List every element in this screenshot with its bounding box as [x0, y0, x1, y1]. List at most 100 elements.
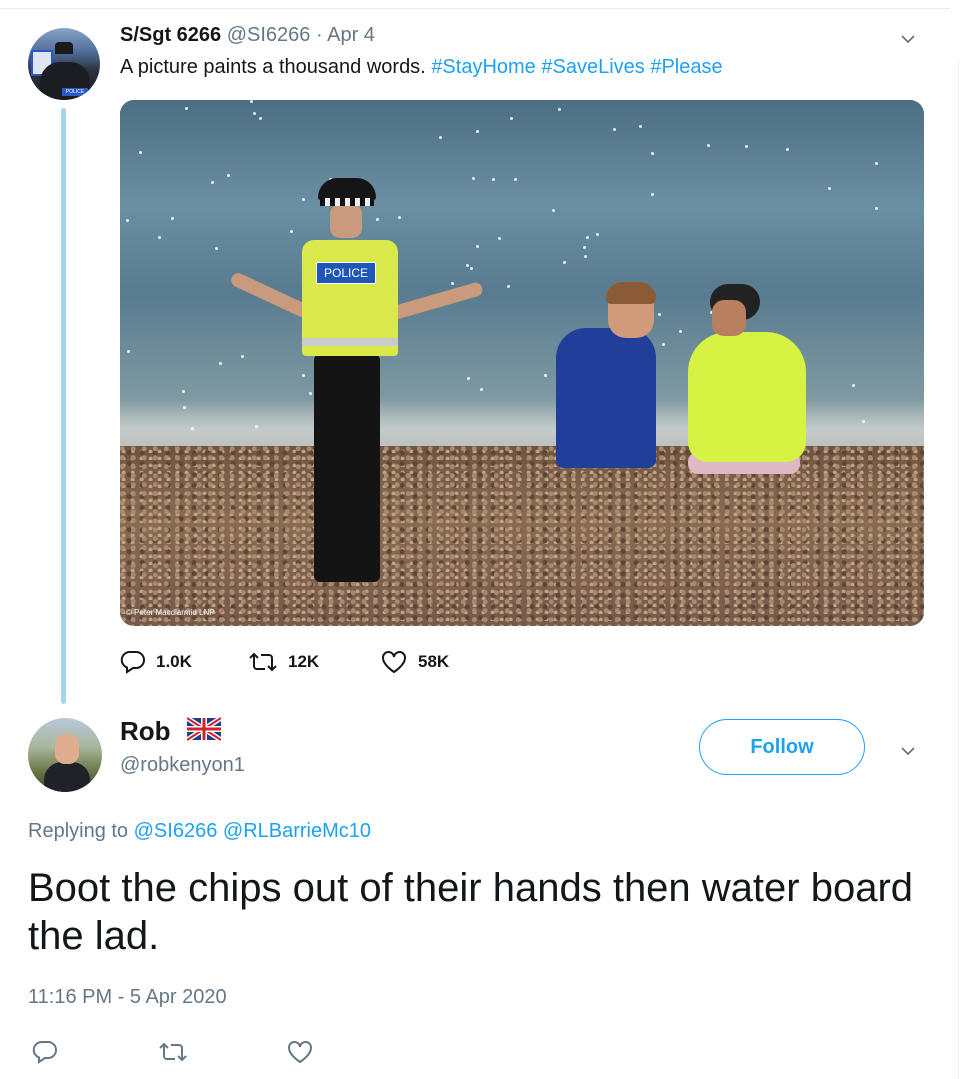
water-sparkle: [219, 362, 222, 365]
water-sparkle: [558, 108, 561, 111]
avatar2-torso: [44, 762, 90, 792]
avatar-hat: [55, 42, 73, 54]
hashtag-savelives[interactable]: #SaveLives: [541, 56, 644, 78]
tweet1-header: S/Sgt 6266 @SI6266 · Apr 4: [120, 24, 375, 47]
water-sparkle: [639, 125, 642, 128]
reply-button[interactable]: 1.0K: [120, 648, 192, 676]
photo-woman-yellow-coat: [688, 284, 808, 474]
water-sparkle: [510, 117, 513, 120]
water-sparkle: [679, 330, 682, 333]
water-sparkle: [139, 151, 142, 154]
water-sparkle: [191, 427, 194, 430]
tweet1-author-handle[interactable]: @SI6266: [227, 24, 311, 46]
water-sparkle: [171, 217, 174, 220]
water-sparkle: [241, 355, 244, 358]
water-sparkle: [253, 112, 256, 115]
water-sparkle: [227, 174, 230, 177]
water-sparkle: [451, 282, 454, 285]
vest-stripe: [302, 338, 398, 346]
water-sparkle: [259, 117, 262, 120]
like-icon[interactable]: [286, 1040, 314, 1064]
water-sparkle: [596, 233, 599, 236]
follow-button[interactable]: Follow: [699, 719, 865, 775]
photo-man-blue-hoodie: [556, 282, 666, 468]
water-sparkle: [498, 237, 501, 240]
tweet2-text: Boot the chips out of their hands then w…: [28, 866, 914, 958]
tweet1-date[interactable]: Apr 4: [327, 24, 375, 46]
tweet2-timestamp[interactable]: 11:16 PM - 5 Apr 2020: [28, 986, 227, 1009]
water-sparkle: [182, 390, 185, 393]
uk-flag-icon: [187, 716, 221, 743]
mention-rlbarriemc10[interactable]: @RLBarrieMc10: [223, 820, 371, 842]
tweet1-photo[interactable]: POLICE © Peter Macdiarmid LNP: [120, 100, 924, 626]
officer-head: [330, 204, 362, 238]
retweet-button[interactable]: 12K: [248, 648, 319, 676]
avatar2-face: [55, 734, 79, 764]
retweet-icon: [249, 652, 277, 672]
officer-cap-band: [320, 198, 374, 206]
water-sparkle: [507, 285, 510, 288]
hashtag-please[interactable]: #Please: [650, 56, 722, 78]
water-sparkle: [470, 267, 473, 270]
water-sparkle: [514, 178, 517, 181]
top-divider: [0, 8, 950, 9]
water-sparkle: [185, 107, 188, 110]
reply-icon[interactable]: [32, 1040, 58, 1064]
tweet2-author-handle[interactable]: @robkenyon1: [120, 754, 245, 777]
water-sparkle: [862, 420, 865, 423]
water-sparkle: [875, 207, 878, 210]
mention-si6266[interactable]: @SI6266: [134, 820, 218, 842]
avatar-tag: POLICE: [62, 88, 88, 96]
water-sparkle: [215, 247, 218, 250]
water-sparkle: [467, 377, 470, 380]
tweet1-author-name[interactable]: S/Sgt 6266: [120, 24, 221, 46]
reply-count: 1.0K: [156, 652, 192, 671]
water-sparkle: [255, 425, 258, 428]
water-sparkle: [786, 148, 789, 151]
officer-legs: [314, 354, 380, 582]
water-sparkle: [158, 236, 161, 239]
water-sparkle: [472, 177, 475, 180]
water-sparkle: [250, 100, 253, 103]
officer-vest: POLICE: [302, 240, 398, 356]
woman-coat: [688, 332, 806, 462]
water-sparkle: [745, 145, 748, 148]
tweet2-author-name[interactable]: Rob: [120, 716, 171, 747]
water-sparkle: [126, 219, 129, 222]
tweet1-separator: ·: [316, 24, 323, 46]
vest-police-label: POLICE: [316, 262, 376, 284]
replying-prefix: Replying to: [28, 820, 129, 842]
photo-police-officer: POLICE: [228, 178, 485, 588]
water-sparkle: [439, 136, 442, 139]
water-sparkle: [466, 264, 469, 267]
water-sparkle: [476, 130, 479, 133]
man-hoodie: [556, 328, 656, 468]
water-sparkle: [707, 144, 710, 147]
water-sparkle: [651, 152, 654, 155]
water-sparkle: [552, 209, 555, 212]
tweet1-text: A picture paints a thousand words. #Stay…: [120, 56, 723, 79]
water-sparkle: [492, 178, 495, 181]
water-sparkle: [583, 246, 586, 249]
like-button[interactable]: 58K: [380, 648, 449, 676]
avatar-robkenyon1[interactable]: [28, 718, 102, 792]
replying-to: Replying to @SI6266 @RLBarrieMc10: [28, 820, 371, 843]
photo-credit: © Peter Macdiarmid LNP: [126, 608, 215, 617]
retweet-count: 12K: [288, 652, 320, 671]
retweet-icon[interactable]: [158, 1040, 188, 1064]
water-sparkle: [584, 255, 587, 258]
water-sparkle: [476, 245, 479, 248]
water-sparkle: [544, 374, 547, 377]
man-hair: [606, 282, 656, 304]
chevron-down-icon[interactable]: [901, 744, 915, 758]
avatar-ssgt6266[interactable]: POLICE: [28, 28, 100, 100]
water-sparkle: [127, 350, 130, 353]
water-sparkle: [183, 406, 186, 409]
chevron-down-icon[interactable]: [901, 32, 915, 46]
hashtag-stayhome[interactable]: #StayHome: [431, 56, 536, 78]
reply-icon: [120, 650, 145, 674]
tweet1-text-plain: A picture paints a thousand words.: [120, 56, 432, 78]
thread-line: [61, 108, 66, 704]
right-divider: [958, 60, 959, 1079]
water-sparkle: [480, 388, 483, 391]
